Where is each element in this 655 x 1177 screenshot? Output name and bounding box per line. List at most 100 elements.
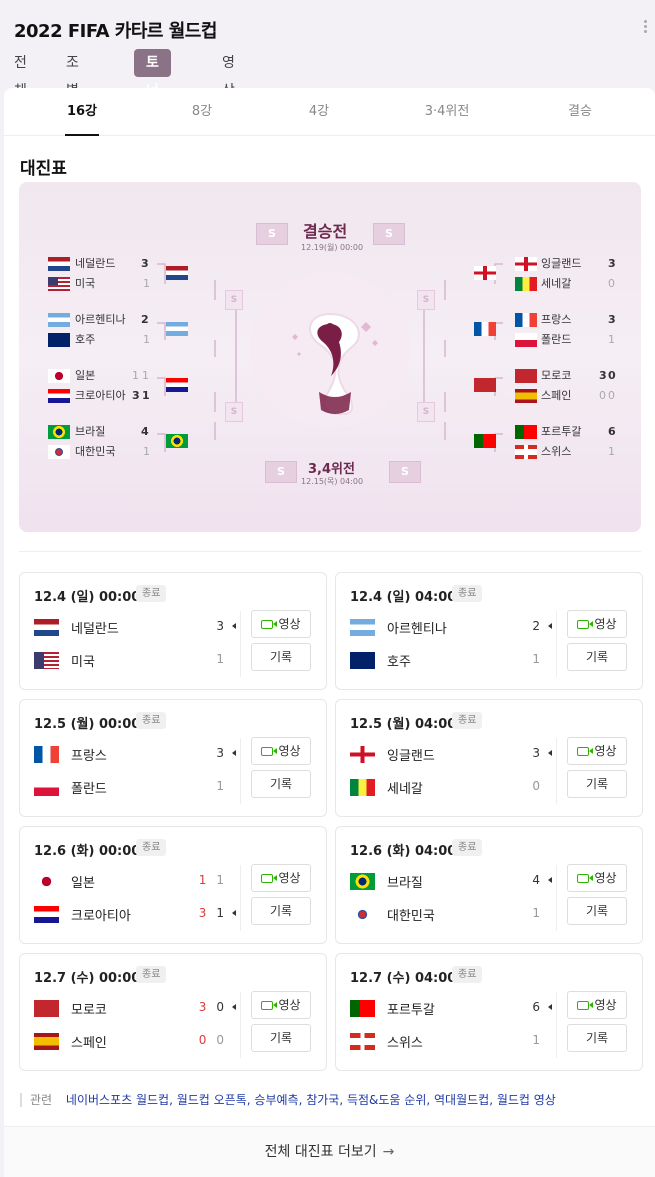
tab-final[interactable]: 결승 — [535, 88, 625, 136]
bracket-team: 대한민국 — [75, 445, 116, 458]
team-name: 스위스 — [387, 1036, 423, 1051]
argentina-flag-icon — [48, 313, 70, 327]
team-score: 3 — [190, 746, 224, 760]
goal-score: 1 — [216, 873, 224, 887]
bracket-team: 호주 — [75, 333, 96, 346]
team-score: 6 — [506, 1000, 540, 1014]
bracket-score: 0 — [608, 389, 615, 402]
morocco-flag-icon — [34, 1000, 59, 1017]
spain-flag-icon — [34, 1033, 59, 1050]
video-camera-icon — [261, 620, 278, 629]
video-button-label: 영상 — [278, 871, 301, 885]
england-flag-icon — [515, 257, 537, 271]
netherlands-flag-icon — [48, 257, 70, 271]
bracket-pk: 1 — [132, 369, 139, 382]
status-badge: 종료 — [452, 966, 483, 983]
divider — [556, 865, 557, 931]
status-badge: 종료 — [452, 712, 483, 729]
bracket-score: 4 — [141, 425, 149, 438]
video-button[interactable]: 영상 — [251, 610, 311, 638]
tab-third-place[interactable]: 3·4위전 — [402, 88, 492, 136]
tab-video[interactable]: 영상 — [222, 49, 235, 99]
video-button-label: 영상 — [594, 617, 617, 631]
status-badge: 종료 — [136, 585, 167, 602]
tab-quarterfinal[interactable]: 8강 — [157, 88, 247, 136]
bracket-diagram[interactable]: S S 결승전 12.19(월) 00:00 S S 3,4위전 12.15(목… — [19, 182, 641, 532]
team-score: 00 — [190, 1033, 224, 1047]
brazil-flag-icon — [166, 434, 188, 448]
penalty-score: 0 — [198, 1033, 207, 1047]
tab-tournament[interactable]: 토너먼트 — [134, 49, 171, 155]
video-button[interactable]: 영상 — [251, 737, 311, 765]
goal-score: 4 — [532, 873, 540, 887]
record-button-label: 기록 — [269, 777, 293, 791]
goal-score: 1 — [532, 906, 540, 920]
tab-semifinal[interactable]: 4강 — [274, 88, 364, 136]
record-button[interactable]: 기록 — [567, 770, 627, 798]
argentina-flag-icon — [350, 619, 375, 636]
video-camera-icon — [577, 747, 594, 756]
bracket-score: 3 — [608, 257, 616, 270]
video-button[interactable]: 영상 — [251, 864, 311, 892]
record-button[interactable]: 기록 — [251, 770, 311, 798]
video-camera-icon — [577, 1001, 594, 1010]
record-button[interactable]: 기록 — [251, 643, 311, 671]
record-button[interactable]: 기록 — [251, 1024, 311, 1052]
poland-flag-icon — [34, 779, 59, 796]
team-score: 31 — [190, 906, 224, 920]
record-button[interactable]: 기록 — [567, 897, 627, 925]
record-button[interactable]: 기록 — [251, 897, 311, 925]
team-name: 아르헨티나 — [387, 622, 447, 637]
bracket-score: 1 — [608, 333, 615, 346]
penalty-score: 3 — [198, 906, 207, 920]
team-name: 크로아티아 — [71, 909, 131, 924]
sf-slot-left-2: S — [225, 402, 243, 422]
portugal-flag-icon — [350, 1000, 375, 1017]
video-button-label: 영상 — [594, 998, 617, 1012]
match-card: 12.4 (일) 04:00 종료 아르헨티나 2 호주 1 영상 기록 — [335, 572, 643, 690]
match-card: 12.5 (월) 04:00 종료 잉글랜드 3 세네갈 0 영상 기록 — [335, 699, 643, 817]
bracket-team: 크로아티아 — [75, 389, 126, 402]
tab-round-16[interactable]: 16강 — [37, 88, 127, 136]
team-name: 네덜란드 — [71, 622, 119, 637]
team-score: 3 — [506, 746, 540, 760]
bracket-team: 폴란드 — [541, 333, 572, 346]
more-options-icon[interactable] — [641, 18, 649, 36]
switzerland-flag-icon — [515, 445, 537, 459]
video-button[interactable]: 영상 — [567, 991, 627, 1019]
match-card: 12.5 (월) 00:00 종료 프랑스 3 폴란드 1 영상 기록 — [19, 699, 327, 817]
video-button[interactable]: 영상 — [251, 991, 311, 1019]
view-full-bracket-label: 전체 대진표 더보기 — [264, 1144, 377, 1160]
status-badge: 종료 — [452, 839, 483, 856]
tab-group-stage[interactable]: 조별리그 — [66, 49, 79, 155]
video-button[interactable]: 영상 — [567, 864, 627, 892]
status-badge: 종료 — [136, 966, 167, 983]
video-button[interactable]: 영상 — [567, 737, 627, 765]
team-name: 모로코 — [71, 1003, 107, 1018]
page-title: 2022 FIFA 카타르 월드컵 — [14, 21, 217, 42]
team-name: 세네갈 — [387, 782, 423, 797]
record-button-label: 기록 — [269, 650, 293, 664]
video-camera-icon — [261, 1001, 278, 1010]
morocco-flag-icon — [474, 378, 496, 392]
bracket-team: 스페인 — [541, 389, 572, 402]
goal-score: 3 — [216, 619, 224, 633]
team-score: 2 — [506, 619, 540, 633]
record-button[interactable]: 기록 — [567, 643, 627, 671]
tournament-card: 16강 8강 4강 3·4위전 결승 대진표 S S 결승전 12.19(월) … — [4, 88, 655, 1177]
australia-flag-icon — [350, 652, 375, 669]
winner-arrow-icon — [548, 750, 552, 756]
match-card: 12.6 (화) 04:00 종료 브라질 4 대한민국 1 영상 기록 — [335, 826, 643, 944]
record-button[interactable]: 기록 — [567, 1024, 627, 1052]
view-full-bracket-button[interactable]: 전체 대진표 더보기 → — [4, 1126, 655, 1177]
header: 2022 FIFA 카타르 월드컵 전체 조별리그 토너먼트 영상 — [0, 0, 655, 155]
record-button-label: 기록 — [585, 777, 609, 791]
netherlands-flag-icon — [166, 266, 188, 280]
goal-score: 1 — [216, 652, 224, 666]
england-flag-icon — [474, 266, 496, 280]
related-link-list[interactable]: 네이버스포츠 월드컵, 월드컵 오픈톡, 승부예측, 참가국, 득점&도움 순위… — [66, 1093, 556, 1107]
video-button[interactable]: 영상 — [567, 610, 627, 638]
tab-all[interactable]: 전체 — [14, 49, 27, 99]
team-score: 0 — [506, 779, 540, 793]
divider — [19, 551, 641, 552]
